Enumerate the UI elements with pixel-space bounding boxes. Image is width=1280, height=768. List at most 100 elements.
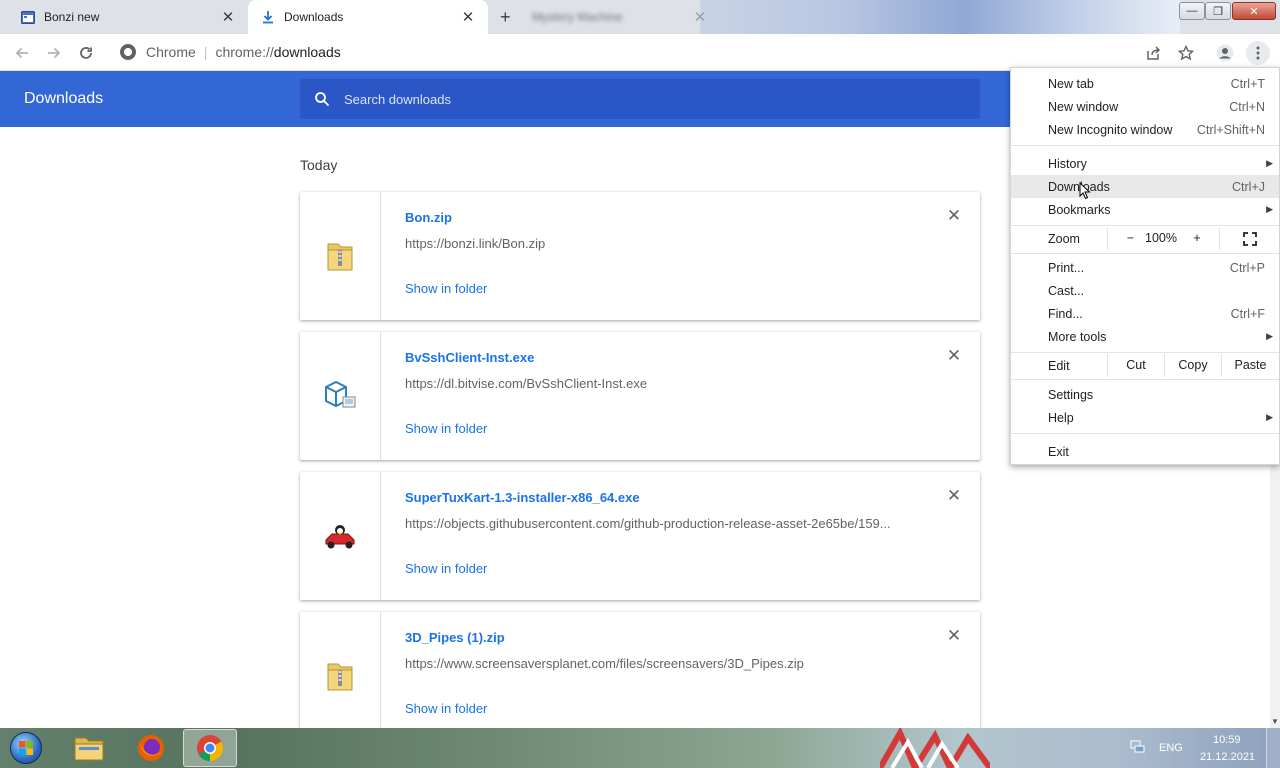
language-indicator[interactable]: ENG (1159, 742, 1183, 754)
clock-date[interactable]: 21.12.2021 (1200, 751, 1255, 763)
taskbar-explorer[interactable] (62, 729, 116, 767)
forward-button[interactable] (42, 41, 66, 65)
file-explorer-icon (74, 737, 104, 761)
source-url[interactable]: https://bonzi.link/Bon.zip (405, 236, 905, 251)
menu-item-shortcut: Ctrl+Shift+N (1196, 122, 1265, 137)
show-in-folder-link[interactable]: Show in folder (405, 281, 487, 296)
source-url[interactable]: https://www.screensaversplanet.com/files… (405, 656, 905, 671)
chrome-icon (197, 735, 224, 762)
show-in-folder-link[interactable]: Show in folder (405, 701, 487, 716)
tab-title: Mystery Machine (532, 10, 623, 24)
share-icon[interactable] (1141, 41, 1165, 65)
menu-item-label: Find... (1048, 306, 1083, 321)
network-icon[interactable] (1130, 740, 1146, 754)
divider: | (203, 44, 208, 60)
cut-button[interactable]: Cut (1107, 354, 1164, 377)
scroll-down-arrow-icon[interactable]: ▼ (1271, 717, 1279, 726)
menu-divider (1011, 253, 1279, 254)
remove-item-icon[interactable]: ✕ (944, 626, 964, 646)
close-tab-icon[interactable]: ✕ (692, 8, 708, 26)
download-item: Bon.zip https://bonzi.link/Bon.zip Show … (300, 192, 980, 320)
submenu-arrow-icon: ▶ (1266, 412, 1273, 422)
fullscreen-icon (1242, 231, 1257, 246)
installer-icon (325, 380, 356, 408)
start-button[interactable] (4, 730, 48, 766)
menu-item-new-window[interactable]: New window Ctrl+N (1011, 95, 1279, 118)
menu-item-label: Settings (1048, 387, 1094, 402)
tab-blurred[interactable]: Mystery Machine ✕ (520, 0, 720, 34)
search-downloads-box[interactable] (300, 79, 980, 119)
menu-item-new-tab[interactable]: New tab Ctrl+T (1011, 72, 1279, 95)
taskbar-firefox[interactable] (124, 729, 178, 767)
menu-item-cast[interactable]: Cast... (1011, 279, 1279, 302)
new-tab-icon[interactable]: + (500, 8, 511, 26)
arrow-right-icon (48, 47, 61, 59)
file-name-link[interactable]: Bon.zip (405, 210, 452, 225)
bookmark-star-icon[interactable] (1174, 41, 1198, 65)
menu-item-shortcut: Ctrl+P (1229, 260, 1265, 275)
kart-icon (325, 525, 355, 549)
remove-item-icon[interactable]: ✕ (944, 206, 964, 226)
tab-title: Bonzi new (44, 10, 100, 24)
menu-item-downloads[interactable]: Downloads Ctrl+J (1011, 175, 1279, 198)
system-tray: ENG 10:59 21.12.2021 (1120, 728, 1280, 768)
menu-item-label: More tools (1048, 329, 1107, 344)
menu-item-shortcut: Ctrl+F (1230, 306, 1265, 321)
show-in-folder-link[interactable]: Show in folder (405, 561, 487, 576)
close-window-button[interactable]: ✕ (1232, 2, 1276, 20)
reload-button[interactable] (74, 41, 98, 65)
menu-item-find[interactable]: Find... Ctrl+F (1011, 302, 1279, 325)
clock-time[interactable]: 10:59 (1213, 734, 1241, 746)
chrome-menu-button[interactable] (1246, 41, 1270, 65)
menu-edit-row: Edit Cut Copy Paste (1011, 354, 1279, 377)
file-name-link[interactable]: BvSshClient-Inst.exe (405, 350, 534, 365)
submenu-arrow-icon: ▶ (1266, 204, 1273, 214)
menu-item-history[interactable]: History ▶ (1011, 152, 1279, 175)
menu-item-new-incognito[interactable]: New Incognito window Ctrl+Shift+N (1011, 118, 1279, 141)
show-desktop-button[interactable] (1266, 728, 1280, 768)
remove-item-icon[interactable]: ✕ (944, 346, 964, 366)
zoom-in-button[interactable]: + (1175, 227, 1219, 250)
source-url[interactable]: https://objects.githubusercontent.com/gi… (405, 516, 905, 531)
submenu-arrow-icon: ▶ (1266, 158, 1273, 168)
menu-item-bookmarks[interactable]: Bookmarks ▶ (1011, 198, 1279, 221)
menu-item-label: History (1048, 156, 1087, 171)
address-bar[interactable]: Chrome | chrome:// downloads (108, 37, 1168, 67)
minimize-button[interactable]: — (1179, 2, 1205, 20)
tab-downloads[interactable]: Downloads ✕ (248, 0, 488, 34)
back-button[interactable] (10, 41, 34, 65)
menu-item-more-tools[interactable]: More tools ▶ (1011, 325, 1279, 348)
menu-divider (1011, 379, 1279, 380)
tab-strip: Bonzi new ✕ Downloads ✕ + Mystery Machin… (0, 0, 1280, 34)
close-tab-icon[interactable]: ✕ (220, 8, 236, 26)
copy-button[interactable]: Copy (1164, 354, 1221, 377)
source-url[interactable]: https://dl.bitvise.com/BvSshClient-Inst.… (405, 376, 905, 391)
zip-folder-icon (327, 243, 353, 271)
profile-avatar-icon[interactable] (1213, 41, 1237, 65)
file-name-link[interactable]: 3D_Pipes (1).zip (405, 630, 505, 645)
menu-item-label: New window (1048, 99, 1119, 114)
remove-item-icon[interactable]: ✕ (944, 486, 964, 506)
calendar-icon (20, 9, 36, 25)
paste-button[interactable]: Paste (1221, 354, 1279, 377)
menu-item-exit[interactable]: Exit (1011, 440, 1279, 463)
taskbar-chrome[interactable] (183, 729, 237, 767)
fullscreen-button[interactable] (1219, 227, 1279, 250)
show-in-folder-link[interactable]: Show in folder (405, 421, 487, 436)
close-tab-icon[interactable]: ✕ (460, 8, 476, 26)
menu-item-label: Zoom (1048, 232, 1080, 246)
tab-title: Downloads (284, 10, 344, 24)
tab-bonzi-new[interactable]: Bonzi new ✕ (8, 0, 248, 34)
site-chip-label: Chrome (146, 44, 196, 60)
menu-item-settings[interactable]: Settings (1011, 383, 1279, 406)
arrow-left-icon (15, 47, 28, 59)
maximize-button[interactable]: ❐ (1205, 2, 1231, 20)
chrome-page-icon (120, 44, 136, 60)
menu-item-print[interactable]: Print... Ctrl+P (1011, 256, 1279, 279)
url-host: downloads (273, 44, 341, 60)
file-name-link[interactable]: SuperTuxKart-1.3-installer-x86_64.exe (405, 490, 640, 505)
menu-divider (1011, 145, 1279, 146)
menu-item-help[interactable]: Help ▶ (1011, 406, 1279, 429)
page-title: Downloads (24, 90, 104, 107)
search-input[interactable] (344, 91, 944, 107)
